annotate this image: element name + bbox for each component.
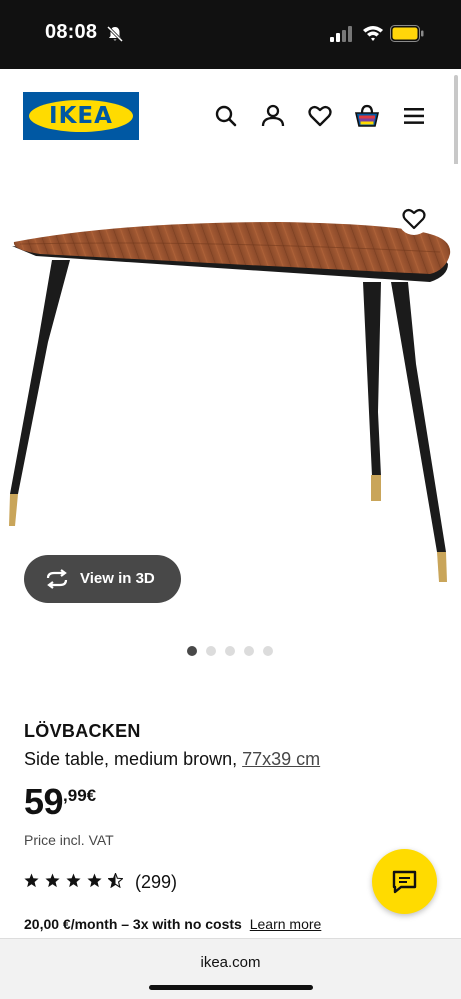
view-in-3d-button[interactable]: View in 3D <box>24 555 181 603</box>
star-full-icon <box>24 873 39 888</box>
star-full-icon <box>66 873 81 888</box>
learn-more-link[interactable]: Learn more <box>250 916 322 932</box>
star-half-icon <box>108 873 123 888</box>
star-full-icon <box>45 873 60 888</box>
gallery-dot[interactable] <box>225 646 235 656</box>
price-decimal: ,99€ <box>63 786 97 805</box>
rating-stars[interactable] <box>24 873 123 891</box>
status-bar: 08:08 <box>0 0 461 69</box>
gallery-dot[interactable] <box>206 646 216 656</box>
add-to-favourites-button[interactable] <box>398 203 430 235</box>
gallery-dot[interactable] <box>244 646 254 656</box>
gallery-dot[interactable] <box>187 646 197 656</box>
vat-note: Price incl. VAT <box>24 832 114 848</box>
ikea-logo[interactable]: IKEA <box>23 92 139 140</box>
account-icon[interactable] <box>260 103 286 129</box>
search-icon[interactable] <box>213 103 239 129</box>
product-type: Side table, medium brown, <box>24 749 238 769</box>
gallery-pagination <box>187 646 273 658</box>
logo-text: IKEA <box>49 103 113 129</box>
view-in-3d-label: View in 3D <box>80 570 155 587</box>
installment-offer: 20,00 €/month – 3x with no costs Learn m… <box>24 916 321 932</box>
product-name: LÖVBACKEN <box>24 721 141 741</box>
signal-icon <box>330 26 352 42</box>
product-size-link[interactable]: 77x39 cm <box>242 749 320 769</box>
installment-text: 20,00 €/month – 3x with no costs <box>24 916 242 932</box>
chat-icon <box>392 870 417 894</box>
product-price: 59,99€ <box>24 781 96 825</box>
chat-button[interactable] <box>372 849 437 914</box>
star-full-icon <box>87 873 102 888</box>
shopping-bag-icon[interactable] <box>354 103 380 129</box>
status-time: 08:08 <box>45 21 98 43</box>
home-indicator[interactable] <box>149 985 313 990</box>
bell-slash-icon <box>106 25 124 43</box>
product-description: Side table, medium brown, 77x39 cm <box>24 749 320 770</box>
wifi-icon <box>363 26 383 41</box>
heart-icon[interactable] <box>307 103 333 129</box>
battery-icon <box>390 25 424 42</box>
url-text[interactable]: ikea.com <box>0 954 461 971</box>
gallery-dot[interactable] <box>263 646 273 656</box>
menu-icon[interactable] <box>401 103 427 129</box>
site-header: IKEA <box>0 69 461 164</box>
rotate-3d-icon <box>46 569 68 589</box>
browser-url-bar[interactable]: ikea.com <box>0 938 461 999</box>
price-integer: 59 <box>24 781 64 822</box>
review-count[interactable]: (299) <box>135 872 177 893</box>
